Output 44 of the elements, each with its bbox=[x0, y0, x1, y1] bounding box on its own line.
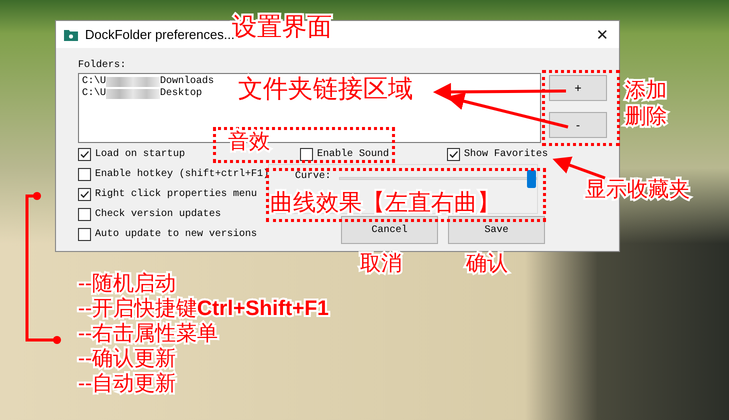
checkbox-label: Check version updates bbox=[95, 208, 222, 220]
annotation-text: 删除 bbox=[625, 105, 667, 128]
close-icon[interactable]: ✕ bbox=[596, 26, 609, 44]
checkbox-label: Auto update to new versions bbox=[95, 228, 258, 240]
checkbox-label: Enable Sound bbox=[317, 148, 390, 160]
annotation-text: 设置界面 bbox=[232, 14, 332, 41]
window-title: DockFolder preferences... bbox=[85, 27, 235, 42]
annotation-text: 取消 bbox=[360, 252, 402, 276]
folder-path: C:\U bbox=[82, 88, 106, 100]
annotation-list-item: --右击属性菜单 bbox=[78, 322, 218, 346]
checkbox[interactable] bbox=[78, 148, 91, 160]
add-button[interactable]: + bbox=[549, 75, 607, 101]
folder-name: Downloads bbox=[160, 76, 214, 88]
annotation-list-item: --随机启动 bbox=[78, 272, 176, 296]
annotation-text: 文件夹链接区域 bbox=[238, 76, 413, 104]
checkbox[interactable] bbox=[78, 228, 91, 240]
annotation-text: 添加 bbox=[625, 79, 667, 102]
folder-name: Desktop bbox=[160, 88, 202, 100]
checkbox[interactable] bbox=[78, 208, 91, 220]
checkbox-label: Show Favorites bbox=[464, 148, 548, 160]
dialog-button[interactable]: Save bbox=[448, 216, 545, 244]
checkbox[interactable] bbox=[78, 188, 91, 200]
checkbox-label: Load on startup bbox=[95, 148, 186, 160]
blurred-text bbox=[106, 89, 160, 99]
annotation-list-item: --自动更新 bbox=[78, 372, 176, 396]
checkbox-label: Right click properties menu bbox=[95, 188, 258, 200]
checkbox[interactable] bbox=[447, 148, 460, 160]
annotation-text: 曲线效果【左直右曲】 bbox=[270, 190, 500, 216]
folder-icon bbox=[64, 28, 78, 40]
checkbox[interactable] bbox=[78, 168, 91, 180]
checkbox-label: Enable hotkey (shift+ctrl+F1) bbox=[95, 168, 270, 180]
annotation-text: 显示收藏夹 bbox=[585, 178, 690, 202]
blurred-text bbox=[106, 77, 160, 87]
dialog-button[interactable]: Cancel bbox=[341, 216, 438, 244]
folder-path: C:\U bbox=[82, 76, 106, 88]
annotation-list-item: --开启快捷键Ctrl+Shift+F1 bbox=[78, 297, 329, 320]
arrow bbox=[552, 156, 606, 180]
slider-thumb[interactable] bbox=[527, 170, 536, 188]
annotation-text: 确认 bbox=[466, 252, 508, 276]
curve-label: Curve: bbox=[295, 171, 332, 182]
field-label: Folders: bbox=[78, 60, 128, 71]
checkbox[interactable] bbox=[300, 148, 313, 160]
remove-button[interactable]: - bbox=[549, 112, 607, 138]
annotation-list-item: --确认更新 bbox=[78, 347, 176, 370]
